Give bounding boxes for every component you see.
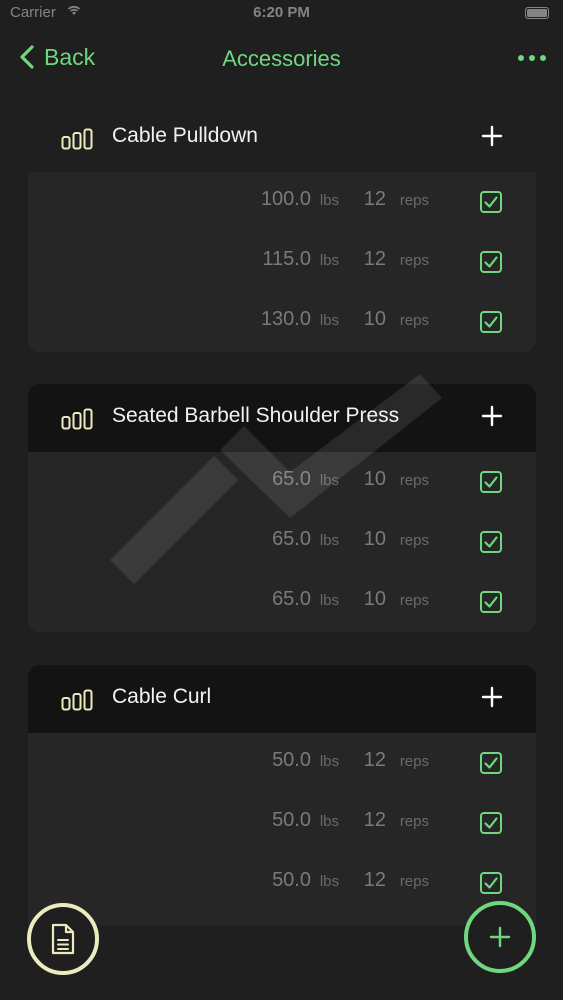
- exercise-name[interactable]: Cable Curl: [112, 685, 211, 709]
- checkbox-checked-icon[interactable]: [479, 871, 503, 895]
- add-set-button[interactable]: [480, 404, 504, 428]
- status-bar: Carrier 6:20 PM: [0, 0, 563, 30]
- weight-unit: lbs: [319, 873, 339, 890]
- set-row[interactable]: 50.0 lbs 12 reps: [28, 733, 536, 793]
- checkbox-checked-icon[interactable]: [479, 590, 503, 614]
- bar-chart-icon: [61, 689, 93, 711]
- set-weight[interactable]: 50.0: [272, 869, 311, 892]
- set-reps[interactable]: 10: [364, 468, 386, 491]
- exercise-name[interactable]: Cable Pulldown: [112, 124, 258, 148]
- weight-unit: lbs: [319, 192, 339, 209]
- reps-unit: reps: [399, 532, 429, 549]
- set-reps[interactable]: 12: [364, 869, 386, 892]
- reps-unit: reps: [399, 813, 429, 830]
- set-row[interactable]: 65.0 lbs 10 reps: [28, 512, 536, 572]
- set-weight[interactable]: 115.0: [262, 248, 311, 271]
- set-weight[interactable]: 100.0: [261, 188, 311, 211]
- set-row[interactable]: 65.0 lbs 10 reps: [28, 572, 536, 632]
- checkbox-checked-icon[interactable]: [479, 190, 503, 214]
- notes-button[interactable]: [27, 903, 99, 975]
- exercise-card: Seated Barbell Shoulder Press 65.0 lbs 1…: [28, 384, 536, 632]
- reps-unit: reps: [399, 592, 429, 609]
- reps-unit: reps: [399, 252, 429, 269]
- exercise-card: Cable Curl 50.0 lbs 12 reps 50.0 lbs 12 …: [28, 665, 536, 925]
- reps-unit: reps: [399, 873, 429, 890]
- reps-unit: reps: [399, 753, 429, 770]
- exercise-card: Cable Pulldown 100.0 lbs 12 reps 115.0 l…: [28, 104, 536, 352]
- set-weight[interactable]: 65.0: [272, 468, 311, 491]
- exercise-header: Seated Barbell Shoulder Press: [28, 384, 536, 452]
- weight-unit: lbs: [319, 312, 339, 329]
- checkbox-checked-icon[interactable]: [479, 530, 503, 554]
- weight-unit: lbs: [319, 753, 339, 770]
- set-reps[interactable]: 10: [364, 588, 386, 611]
- plus-icon: [489, 926, 511, 948]
- weight-unit: lbs: [319, 532, 339, 549]
- set-row[interactable]: 65.0 lbs 10 reps: [28, 452, 536, 512]
- ellipsis-icon[interactable]: [517, 50, 547, 66]
- reps-unit: reps: [399, 192, 429, 209]
- add-set-button[interactable]: [480, 124, 504, 148]
- set-weight[interactable]: 130.0: [261, 308, 311, 331]
- set-weight[interactable]: 50.0: [272, 809, 311, 832]
- set-reps[interactable]: 12: [364, 749, 386, 772]
- checkbox-checked-icon[interactable]: [479, 811, 503, 835]
- set-reps[interactable]: 12: [364, 248, 386, 271]
- page-title: Accessories: [222, 46, 341, 71]
- checkbox-checked-icon[interactable]: [479, 310, 503, 334]
- set-row[interactable]: 100.0 lbs 12 reps: [28, 172, 536, 232]
- set-row[interactable]: 50.0 lbs 12 reps: [28, 853, 536, 913]
- navigation-bar: Back Accessories: [0, 36, 563, 80]
- weight-unit: lbs: [319, 472, 339, 489]
- reps-unit: reps: [399, 312, 429, 329]
- status-time: 6:20 PM: [253, 4, 310, 21]
- set-weight[interactable]: 50.0: [272, 749, 311, 772]
- set-weight[interactable]: 65.0: [272, 528, 311, 551]
- set-reps[interactable]: 12: [364, 809, 386, 832]
- checkbox-checked-icon[interactable]: [479, 250, 503, 274]
- set-weight[interactable]: 65.0: [272, 588, 311, 611]
- document-icon: [51, 923, 75, 955]
- add-exercise-button[interactable]: [464, 901, 536, 973]
- set-reps[interactable]: 10: [364, 308, 386, 331]
- add-set-button[interactable]: [480, 685, 504, 709]
- weight-unit: lbs: [319, 592, 339, 609]
- weight-unit: lbs: [319, 252, 339, 269]
- set-row[interactable]: 130.0 lbs 10 reps: [28, 292, 536, 352]
- reps-unit: reps: [399, 472, 429, 489]
- set-row[interactable]: 50.0 lbs 12 reps: [28, 793, 536, 853]
- set-row[interactable]: 115.0 lbs 12 reps: [28, 232, 536, 292]
- set-reps[interactable]: 12: [364, 188, 386, 211]
- exercise-name[interactable]: Seated Barbell Shoulder Press: [112, 404, 399, 428]
- set-reps[interactable]: 10: [364, 528, 386, 551]
- bar-chart-icon: [61, 128, 93, 150]
- checkbox-checked-icon[interactable]: [479, 470, 503, 494]
- bar-chart-icon: [61, 408, 93, 430]
- exercise-header: Cable Pulldown: [28, 104, 536, 172]
- checkbox-checked-icon[interactable]: [479, 751, 503, 775]
- battery-icon: [525, 7, 549, 19]
- weight-unit: lbs: [319, 813, 339, 830]
- exercise-header: Cable Curl: [28, 665, 536, 733]
